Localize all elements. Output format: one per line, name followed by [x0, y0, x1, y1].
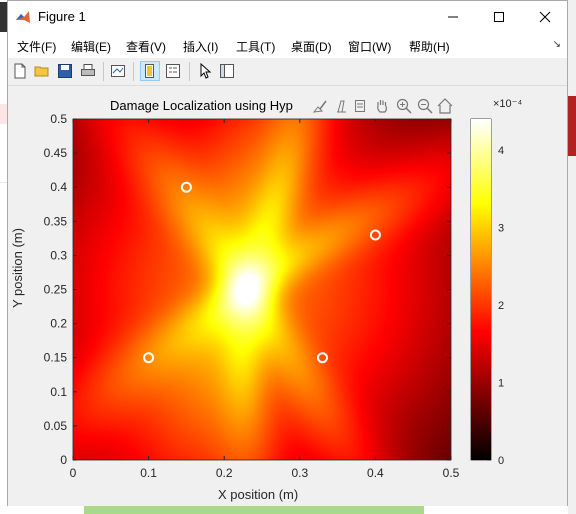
sensor-marker [143, 352, 155, 364]
x-tick-label: 0.4 [367, 466, 384, 480]
y-tick-label: 0 [60, 453, 67, 467]
matlab-icon [16, 11, 30, 23]
plot-frame [72, 118, 452, 461]
menu-window[interactable]: 窗口(W) [348, 38, 391, 55]
colorbar-toggle-icon [145, 64, 154, 78]
link-plot-icon[interactable] [109, 62, 127, 80]
colorbar-exponent-label: ×10⁻⁴ [493, 98, 523, 110]
toolbar-separator [103, 62, 104, 81]
menu-insert[interactable]: 插入(I) [183, 38, 218, 55]
x-tick-label: 0.3 [291, 466, 308, 480]
menu-desktop[interactable]: 桌面(D) [291, 38, 332, 55]
sensor-marker [180, 181, 192, 193]
close-icon [539, 11, 551, 22]
figure-toolbar [8, 58, 567, 86]
desktop-fragment [568, 96, 576, 156]
y-tick-label: 0.25 [44, 283, 68, 297]
desktop-background-right [568, 0, 576, 514]
print-icon[interactable] [79, 62, 97, 80]
y-tick-label: 0.45 [44, 146, 68, 160]
y-tick-label: 0.15 [44, 351, 68, 365]
x-axis-label: X position (m) [218, 487, 299, 502]
y-tick-label: 0.35 [44, 214, 68, 228]
toolbar-separator [133, 62, 134, 81]
save-icon[interactable] [56, 62, 74, 80]
maximize-button[interactable] [476, 1, 522, 32]
y-tick-label: 0.05 [44, 419, 68, 433]
y-tick-label: 0.4 [50, 180, 67, 194]
menu-tools[interactable]: 工具(T) [236, 38, 275, 55]
y-axis-label: Y position (m) [10, 228, 25, 308]
minimize-icon [448, 16, 458, 17]
close-button[interactable] [522, 1, 568, 32]
colorbar-tick-label: 0 [498, 455, 504, 467]
colorbar-toggle-button[interactable] [140, 61, 160, 81]
y-tick-label: 0.5 [50, 112, 67, 126]
figure-canvas: Damage Localization using Hyp 0 0.1 0.2 … [8, 86, 567, 506]
legend-toggle-icon[interactable] [164, 62, 182, 80]
menu-file[interactable]: 文件(F) [17, 38, 56, 55]
window-title: Figure 1 [38, 9, 86, 24]
colorbar [471, 119, 491, 460]
menu-overflow-icon[interactable]: ↘ [553, 39, 561, 50]
x-tick-label: 0.1 [140, 466, 157, 480]
y-tick-label: 0.1 [50, 385, 67, 399]
x-tick-label: 0.2 [216, 466, 233, 480]
title-bar[interactable]: Figure 1 [8, 1, 567, 32]
new-figure-icon[interactable] [11, 62, 29, 80]
x-tick-label: 0.5 [443, 466, 460, 480]
sensor-marker [369, 229, 381, 241]
menu-edit[interactable]: 编辑(E) [71, 38, 111, 55]
toolbar-separator [189, 62, 190, 81]
property-inspector-icon[interactable] [218, 62, 236, 80]
y-tick-label: 0.2 [50, 317, 67, 331]
pointer-icon[interactable] [196, 62, 214, 80]
minimize-button[interactable] [430, 1, 476, 32]
sensor-marker [316, 352, 328, 364]
colorbar-tick-label: 4 [498, 145, 504, 157]
open-file-icon[interactable] [33, 62, 51, 80]
menu-bar: 文件(F) 编辑(E) 查看(V) 插入(I) 工具(T) 桌面(D) 窗口(W… [8, 32, 567, 58]
colorbar-tick-label: 1 [498, 378, 504, 390]
figure-window: Figure 1 文件(F) 编辑(E) 查看(V) 插入(I) 工具(T) 桌… [7, 0, 568, 506]
x-tick-label: 0 [70, 466, 77, 480]
menu-view[interactable]: 查看(V) [126, 38, 166, 55]
menu-help[interactable]: 帮助(H) [409, 38, 450, 55]
maximize-icon [494, 11, 504, 22]
colorbar-tick-label: 3 [498, 223, 504, 235]
colorbar-tick-label: 2 [498, 300, 504, 312]
y-tick-label: 0.3 [50, 248, 67, 262]
